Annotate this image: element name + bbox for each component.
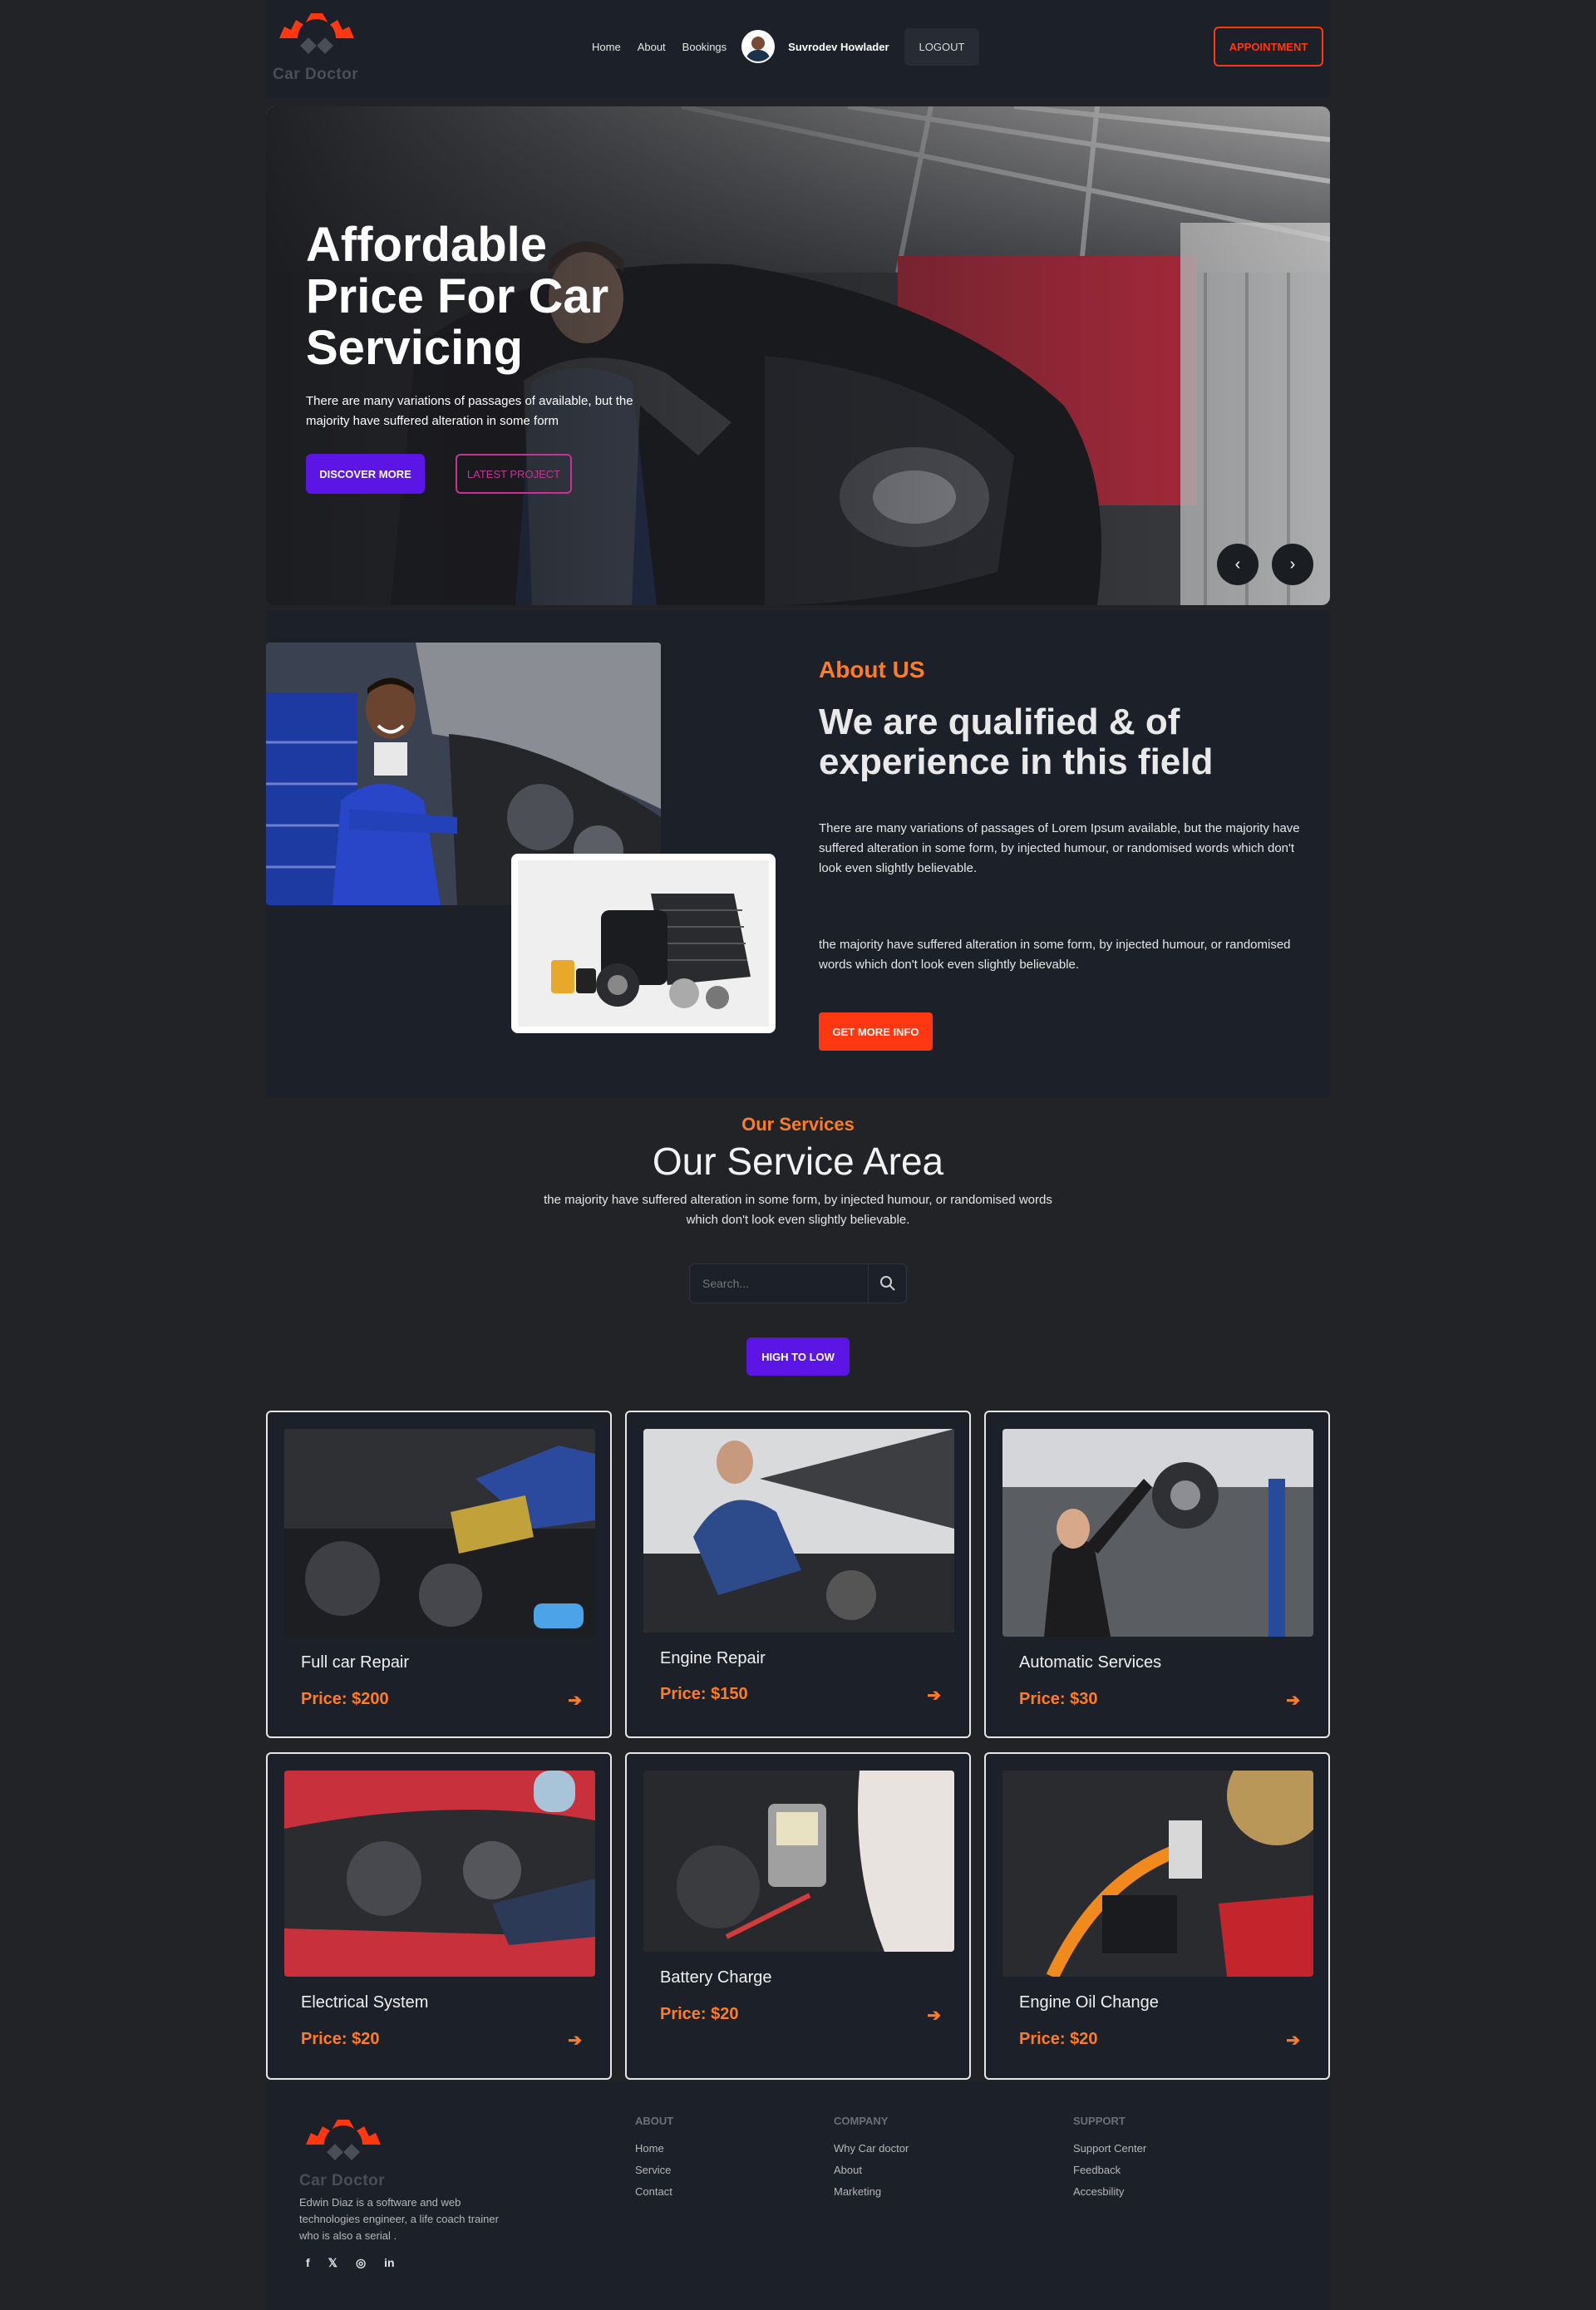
logo[interactable]: Car Doctor bbox=[273, 8, 364, 84]
service-image bbox=[284, 1771, 595, 1977]
nav-home[interactable]: Home bbox=[592, 41, 621, 53]
service-price: Price: $20 bbox=[301, 2030, 380, 2048]
hero-banner: Affordable Price For Car Servicing There… bbox=[266, 106, 1330, 605]
footer-link[interactable]: Feedback bbox=[1073, 2164, 1146, 2176]
search-input[interactable] bbox=[690, 1264, 868, 1303]
chevron-left-icon: ‹ bbox=[1234, 554, 1241, 574]
search-icon bbox=[879, 1276, 895, 1291]
facebook-icon[interactable]: f bbox=[306, 2256, 310, 2270]
logout-button[interactable]: LOGOUT bbox=[904, 27, 980, 66]
navbar: Car Doctor Home About Bookings Suvrodev … bbox=[266, 0, 1330, 98]
footer-link[interactable]: Contact bbox=[635, 2185, 673, 2198]
next-slide-button[interactable]: › bbox=[1272, 544, 1313, 585]
service-name: Battery Charge bbox=[660, 1968, 772, 1987]
service-name: Full car Repair bbox=[301, 1653, 410, 1672]
service-name: Engine Oil Change bbox=[1019, 1993, 1159, 2012]
arrow-right-icon[interactable]: ➔ bbox=[927, 2005, 941, 2026]
arrow-right-icon[interactable]: ➔ bbox=[568, 1690, 582, 1711]
services-description: the majority have suffered alteration in… bbox=[544, 1193, 1052, 1227]
service-card[interactable]: Automatic Services Price: $30 ➔ bbox=[984, 1411, 1330, 1738]
gear-logo-icon bbox=[279, 13, 354, 54]
latest-project-button[interactable]: LATEST PROJECT bbox=[456, 454, 572, 494]
footer-description: Edwin Diaz is a software and web technol… bbox=[299, 2196, 499, 2242]
service-image bbox=[1002, 1429, 1313, 1637]
nav-about[interactable]: About bbox=[638, 41, 666, 53]
hero-title: Affordable Price For Car Servicing bbox=[306, 218, 609, 375]
footer-logo-text: Car Doctor bbox=[299, 2172, 386, 2189]
social-links: f 𝕏 ◎ in bbox=[306, 2256, 413, 2270]
arrow-right-icon[interactable]: ➔ bbox=[1286, 1690, 1300, 1711]
prev-slide-button[interactable]: ‹ bbox=[1217, 544, 1259, 585]
service-price: Price: $150 bbox=[660, 1685, 748, 1703]
get-more-info-button[interactable]: GET MORE INFO bbox=[819, 1012, 933, 1051]
footer-column-title: ABOUT bbox=[635, 2115, 674, 2127]
arrow-right-icon[interactable]: ➔ bbox=[568, 2030, 582, 2051]
user-name: Suvrodev Howlader bbox=[788, 40, 889, 53]
footer: Car Doctor Edwin Diaz is a software and … bbox=[266, 2081, 1330, 2310]
footer-link[interactable]: Accesbility bbox=[1073, 2185, 1146, 2198]
gear-logo-icon bbox=[306, 2120, 381, 2160]
car-parts-image bbox=[511, 854, 776, 1033]
about-paragraph-2: the majority have suffered alteration in… bbox=[819, 938, 1291, 972]
service-image bbox=[284, 1429, 595, 1637]
footer-column-company: COMPANY Why Car doctor About Marketing bbox=[834, 2115, 909, 2207]
service-image bbox=[1002, 1771, 1313, 1977]
about-section: About US We are qualified & of experienc… bbox=[266, 611, 1330, 1097]
linkedin-icon[interactable]: in bbox=[384, 2256, 394, 2270]
service-card[interactable]: Engine Repair Price: $150 ➔ bbox=[625, 1411, 971, 1738]
service-image bbox=[643, 1429, 954, 1633]
footer-column-support: SUPPORT Support Center Feedback Accesbil… bbox=[1073, 2115, 1146, 2207]
services-title: Our Service Area bbox=[652, 1140, 944, 1183]
appointment-button[interactable]: APPOINTMENT bbox=[1214, 27, 1323, 66]
service-card[interactable]: Engine Oil Change Price: $20 ➔ bbox=[984, 1752, 1330, 2080]
service-card[interactable]: Electrical System Price: $20 ➔ bbox=[266, 1752, 612, 2080]
discover-more-button[interactable]: DISCOVER MORE bbox=[306, 454, 425, 494]
sort-high-to-low-button[interactable]: HIGH TO LOW bbox=[746, 1337, 850, 1376]
arrow-right-icon[interactable]: ➔ bbox=[1286, 2030, 1300, 2051]
service-name: Automatic Services bbox=[1019, 1653, 1162, 1672]
service-price: Price: $200 bbox=[301, 1690, 389, 1708]
arrow-right-icon[interactable]: ➔ bbox=[927, 1685, 941, 1706]
avatar-head bbox=[751, 37, 766, 50]
footer-link[interactable]: Why Car doctor bbox=[834, 2142, 909, 2155]
service-price: Price: $30 bbox=[1019, 1690, 1098, 1708]
footer-link[interactable]: Home bbox=[635, 2142, 673, 2155]
search-button[interactable] bbox=[868, 1264, 906, 1303]
footer-link[interactable]: Marketing bbox=[834, 2185, 909, 2198]
service-name: Engine Repair bbox=[660, 1649, 766, 1667]
service-image bbox=[643, 1771, 954, 1952]
footer-logo[interactable]: Car Doctor bbox=[299, 2115, 391, 2190]
service-name: Electrical System bbox=[301, 1993, 429, 2012]
search-box bbox=[689, 1263, 907, 1303]
nav-menu: Home About Bookings Suvrodev Howlader LO… bbox=[592, 27, 980, 66]
footer-link[interactable]: About bbox=[834, 2164, 909, 2176]
footer-column-title: SUPPORT bbox=[1073, 2115, 1126, 2127]
service-price: Price: $20 bbox=[660, 2005, 739, 2023]
service-price: Price: $20 bbox=[1019, 2030, 1098, 2048]
avatar-body bbox=[746, 50, 771, 62]
footer-column-about: ABOUT Home Service Contact bbox=[635, 2115, 673, 2207]
logo-text: Car Doctor bbox=[273, 66, 359, 83]
services-subtitle: Our Services bbox=[741, 1114, 855, 1135]
about-paragraph-1: There are many variations of passages of… bbox=[819, 821, 1300, 875]
instagram-icon[interactable]: ◎ bbox=[356, 2256, 366, 2270]
about-subtitle: About US bbox=[819, 657, 925, 682]
x-icon[interactable]: 𝕏 bbox=[328, 2256, 337, 2270]
nav-bookings[interactable]: Bookings bbox=[682, 41, 727, 53]
footer-link[interactable]: Service bbox=[635, 2164, 673, 2176]
chevron-right-icon: › bbox=[1289, 554, 1296, 574]
footer-link[interactable]: Support Center bbox=[1073, 2142, 1146, 2155]
service-card[interactable]: Battery Charge Price: $20 ➔ bbox=[625, 1752, 971, 2080]
service-card[interactable]: Full car Repair Price: $200 ➔ bbox=[266, 1411, 612, 1738]
hero-description: There are many variations of passages of… bbox=[306, 394, 633, 428]
about-title: We are qualified & of experience in this… bbox=[819, 702, 1214, 782]
footer-column-title: COMPANY bbox=[834, 2115, 889, 2127]
avatar[interactable] bbox=[741, 30, 776, 63]
